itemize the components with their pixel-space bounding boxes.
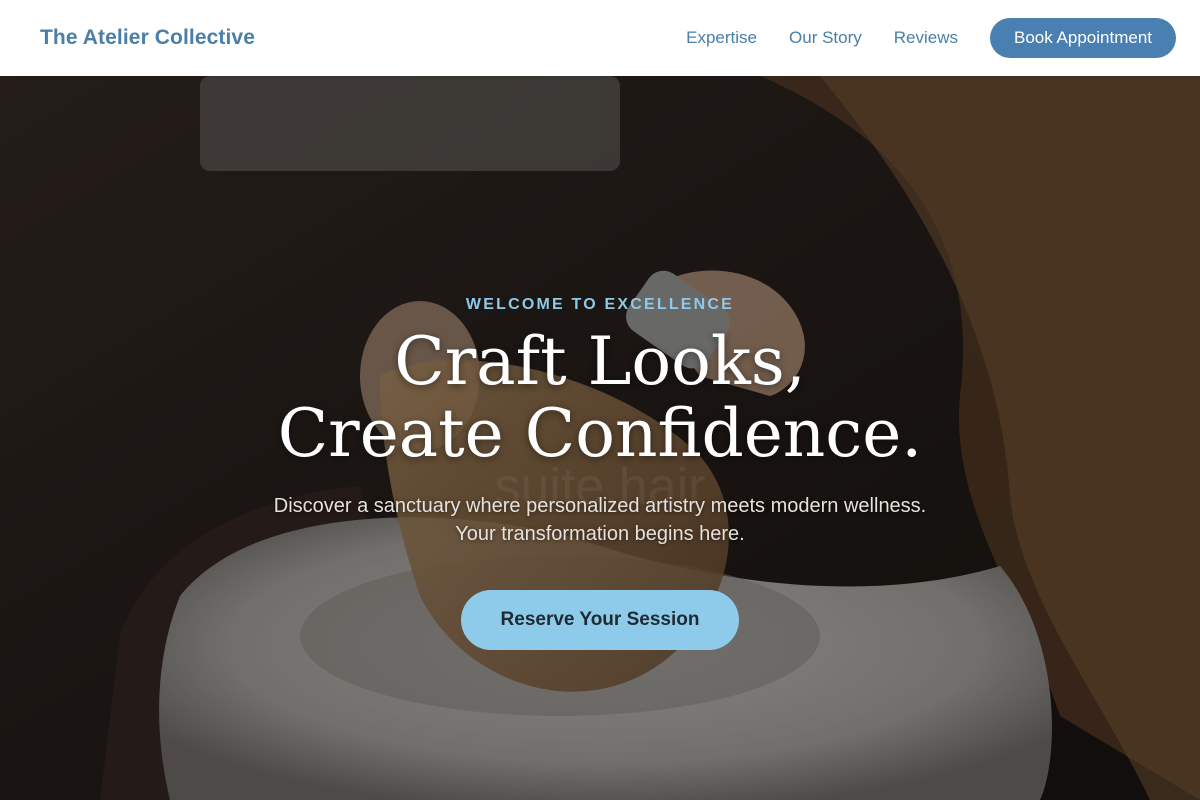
hero-subtext: Discover a sanctuary where personalized … — [273, 495, 927, 545]
brand-logo[interactable]: The Atelier Collective — [40, 26, 255, 50]
headline-line-2: Create Confidence. — [277, 395, 923, 472]
hero-content: WELCOME TO EXCELLENCE Craft Looks, Creat… — [0, 76, 1200, 800]
hero-section: suite.hair WELCOME TO EXCELLENCE Craft L… — [0, 76, 1200, 800]
headline-line-1: Craft Looks, — [394, 323, 806, 400]
nav-link-our-story[interactable]: Our Story — [789, 28, 862, 48]
nav-link-expertise[interactable]: Expertise — [686, 28, 757, 48]
nav-link-reviews[interactable]: Reviews — [894, 28, 958, 48]
hero-eyebrow: WELCOME TO EXCELLENCE — [465, 296, 735, 313]
book-appointment-button[interactable]: Book Appointment — [990, 18, 1176, 58]
reserve-session-button[interactable]: Reserve Your Session — [460, 590, 740, 650]
site-header: The Atelier Collective Expertise Our Sto… — [0, 0, 1200, 76]
main-nav: Expertise Our Story Reviews Book Appoint… — [686, 18, 1176, 58]
hero-headline: Craft Looks, Create Confidence. — [278, 326, 923, 470]
